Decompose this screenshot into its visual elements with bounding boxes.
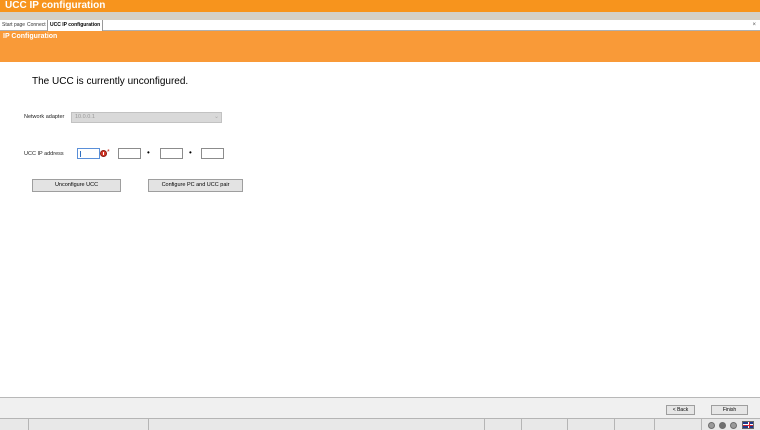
error-icon xyxy=(100,150,107,157)
ip-octet-4-input[interactable] xyxy=(201,148,224,159)
back-button[interactable]: < Back xyxy=(666,405,695,415)
page-header: IP Configuration xyxy=(0,31,760,62)
app-window: UCC IP configuration Start page Connect … xyxy=(0,0,760,430)
window-title: UCC IP configuration xyxy=(5,0,106,11)
unconfigure-ucc-button[interactable]: Unconfigure UCC xyxy=(32,179,121,192)
ip-octet-2-input[interactable] xyxy=(118,148,141,159)
configure-pc-ucc-pair-button[interactable]: Configure PC and UCC pair xyxy=(148,179,243,192)
status-segment xyxy=(29,419,149,430)
window-title-bar: UCC IP configuration xyxy=(0,0,760,12)
ip-octet-3-input[interactable] xyxy=(160,148,183,159)
network-adapter-select[interactable]: 10.0.0.1 ⌄ xyxy=(71,112,222,123)
tab-bar: Start page Connect UCC IP configuration … xyxy=(0,20,760,31)
status-segment xyxy=(655,419,702,430)
status-light-icon xyxy=(708,422,715,429)
ip-octet-1-input[interactable] xyxy=(77,148,100,159)
tab-start-page[interactable]: Start page xyxy=(0,20,27,31)
status-segment xyxy=(0,419,29,430)
ucc-ip-label: UCC IP address xyxy=(24,151,64,157)
status-segment xyxy=(485,419,522,430)
ip-separator: • xyxy=(147,148,150,157)
ip-separator: • xyxy=(189,148,192,157)
error-asterisk: * xyxy=(107,149,110,156)
close-tab-icon[interactable]: × xyxy=(752,20,756,30)
status-light-icon xyxy=(719,422,726,429)
page-title: IP Configuration xyxy=(3,33,58,40)
status-segment xyxy=(149,419,485,430)
status-segment xyxy=(522,419,568,430)
finish-button[interactable]: Finish xyxy=(711,405,748,415)
tab-ucc-ip-configuration[interactable]: UCC IP configuration xyxy=(47,20,104,31)
uk-flag-icon[interactable] xyxy=(742,421,754,429)
status-message: The UCC is currently unconfigured. xyxy=(32,76,189,87)
status-light-icon xyxy=(730,422,737,429)
wizard-footer xyxy=(0,398,760,418)
status-segment xyxy=(615,419,655,430)
tab-connect[interactable]: Connect xyxy=(25,20,48,31)
toolbar-strip xyxy=(0,12,760,20)
chevron-down-icon: ⌄ xyxy=(213,114,219,120)
status-segment xyxy=(568,419,615,430)
network-adapter-value: 10.0.0.1 xyxy=(75,114,95,120)
network-adapter-label: Network adapter xyxy=(24,114,65,120)
status-bar xyxy=(0,418,760,430)
